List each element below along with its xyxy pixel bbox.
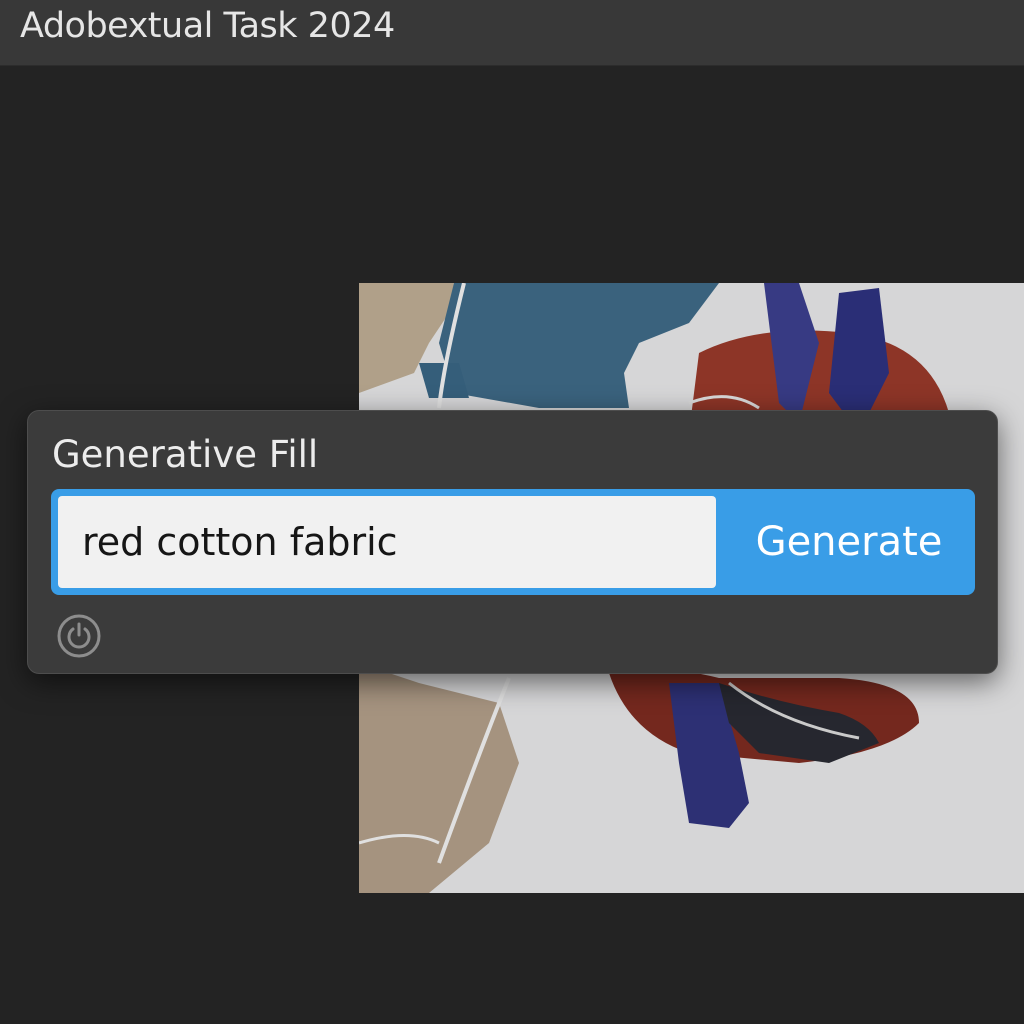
title-bar: Adobextual Task 2024 [0, 0, 1024, 66]
window-title: Adobextual Task 2024 [20, 6, 395, 46]
generative-fill-panel: Generative Fill Generate [27, 410, 998, 674]
panel-title: Generative Fill [52, 433, 319, 476]
generate-button[interactable]: Generate [723, 489, 975, 595]
prompt-row: Generate [51, 489, 975, 595]
power-refresh-icon[interactable] [56, 613, 102, 659]
prompt-input[interactable] [58, 496, 716, 588]
